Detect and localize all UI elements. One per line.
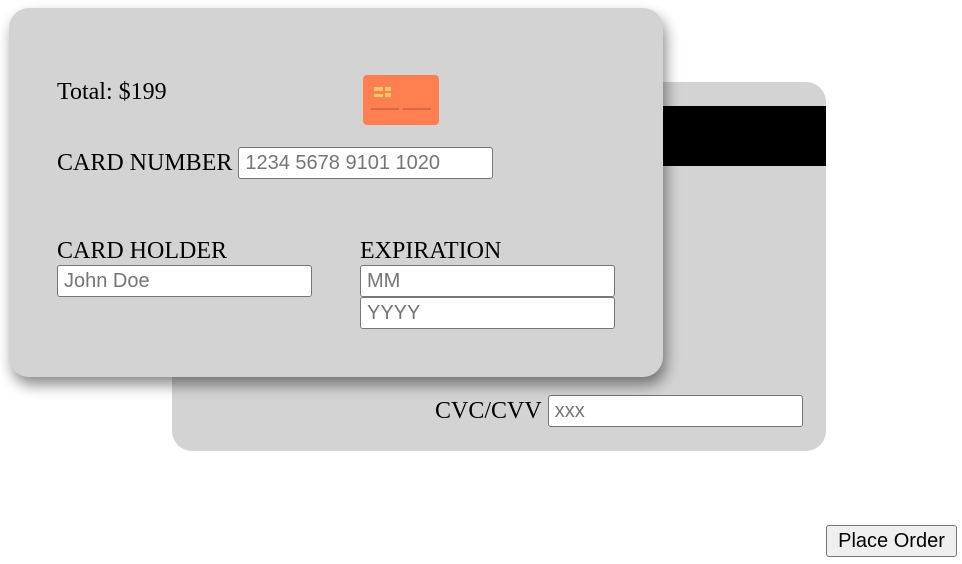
checkout-page: CVC/CVV Total: $199 CARD NUMBER CARD HOL… [0,0,962,564]
place-order-button[interactable]: Place Order [826,525,957,557]
expiration-month-input[interactable] [360,265,615,297]
expiration-label: EXPIRATION [360,238,502,264]
card-number-label: CARD NUMBER [57,150,233,176]
card-holder-input[interactable] [57,265,312,297]
cvc-input[interactable] [547,395,803,427]
expiration-year-input[interactable] [360,297,615,329]
card-front: Total: $199 CARD NUMBER CARD HOLDER EXPI… [9,8,663,377]
card-number-input[interactable] [238,147,494,179]
cvc-row: CVC/CVV [435,395,803,427]
cvc-label: CVC/CVV [435,398,542,424]
order-total: Total: $199 [57,79,167,105]
credit-card-icon [363,75,439,125]
card-number-row: CARD NUMBER [57,147,494,179]
card-holder-label: CARD HOLDER [57,238,228,264]
